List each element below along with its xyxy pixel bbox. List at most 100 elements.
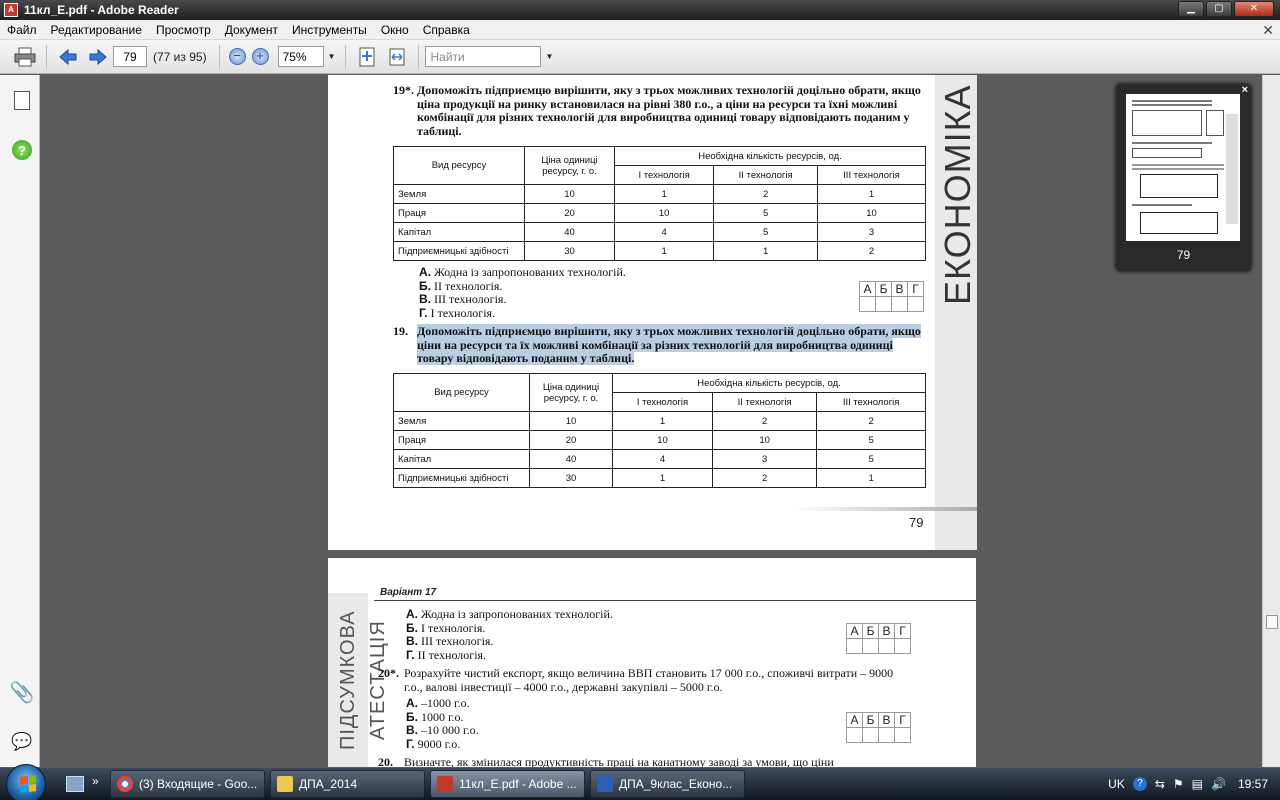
menu-help[interactable]: Справка: [416, 23, 477, 37]
answer-text: 9000 г.о.: [417, 736, 461, 751]
thumb-table: [1140, 212, 1218, 234]
table-row: Капітал 40 4 3 5: [393, 449, 926, 469]
minimize-button[interactable]: ▁: [1178, 1, 1204, 17]
scrollbar-thumb[interactable]: [1266, 615, 1278, 629]
network-tray-icon[interactable]: ▤: [1192, 777, 1203, 791]
find-input[interactable]: Найти: [425, 46, 542, 67]
table-cell: 5: [713, 203, 818, 223]
volume-tray-icon[interactable]: 🔊: [1211, 777, 1226, 791]
menu-document[interactable]: Документ: [218, 23, 285, 37]
grid-letter: В: [878, 623, 895, 639]
close-button[interactable]: ✕: [1234, 1, 1274, 17]
taskbar-item-adobe-reader[interactable]: 11кл_Е.pdf - Adobe ...: [430, 770, 585, 798]
menu-edit[interactable]: Редактирование: [44, 23, 149, 37]
vertical-scrollbar[interactable]: [1262, 75, 1280, 767]
fit-page-icon[interactable]: [354, 45, 380, 69]
fit-width-icon[interactable]: [384, 45, 410, 69]
menu-file[interactable]: Файл: [0, 23, 44, 37]
language-indicator[interactable]: UK: [1108, 777, 1125, 791]
thumb-table: [1140, 174, 1218, 198]
answer-letter: А.: [406, 607, 418, 621]
menu-tools[interactable]: Инструменты: [285, 23, 374, 37]
quick-launch-overflow-icon[interactable]: »: [92, 774, 99, 788]
page-number-input[interactable]: 79: [113, 46, 147, 67]
table-cell: 3: [816, 222, 927, 242]
show-desktop-icon[interactable]: [66, 776, 84, 792]
print-icon[interactable]: [12, 45, 38, 69]
header-needed: Необхідна кількість ресурсів, од.: [614, 146, 926, 166]
maximize-button[interactable]: ▢: [1206, 1, 1232, 17]
table-cell: 4: [612, 449, 713, 469]
selected-text[interactable]: Допоможіть підприємцю вирішити, яку з тр…: [417, 324, 921, 365]
word-document-icon: [597, 776, 613, 792]
help-tray-icon[interactable]: ?: [1132, 777, 1147, 791]
question-number: 20.: [378, 755, 393, 767]
question-19: 19. Допоможіть підприємцю вирішити, яку …: [393, 324, 925, 366]
clock[interactable]: 19:57: [1238, 777, 1268, 791]
table-cell: 2: [816, 411, 926, 431]
table-cell: 5: [816, 430, 926, 450]
page-thumbnail-popup[interactable]: × 79: [1116, 84, 1251, 271]
taskbar-item-word[interactable]: ДПА_9клас_Еконо...: [590, 770, 745, 798]
header-needed: Необхідна кількість ресурсів, од.: [612, 373, 926, 393]
menu-window[interactable]: Окно: [374, 23, 416, 37]
grid-cell: [891, 296, 908, 312]
table-cell: 40: [524, 222, 615, 242]
next-page-icon[interactable]: [85, 45, 111, 69]
thumb-text-line: [1132, 100, 1212, 102]
answer-options-2: А. Жодна із запропонованих технологій. Б…: [406, 607, 613, 663]
window-controls: ▁ ▢ ✕: [1178, 1, 1274, 17]
start-button[interactable]: [6, 764, 46, 800]
zoom-input[interactable]: 75%: [277, 46, 324, 67]
find-dropdown-icon[interactable]: ▼: [545, 52, 553, 61]
thumb-strip: [1226, 114, 1238, 224]
zoom-out-icon[interactable]: −: [228, 48, 246, 65]
table-cell: 4: [613, 222, 715, 242]
answer-option: В. –10 000 г.о.: [406, 723, 479, 738]
table-cell: 1: [612, 411, 713, 431]
taskbar-item-folder[interactable]: ДПА_2014: [270, 770, 425, 798]
taskbar-item-chrome[interactable]: (3) Входящие - Goo...: [110, 770, 265, 798]
grid-cell: [907, 296, 924, 312]
table-cell: 1: [613, 241, 715, 261]
comments-icon[interactable]: 💬: [11, 731, 33, 753]
question-text: Допоможіть підприємцю вирішити, яку з тр…: [417, 83, 921, 138]
table-cell: 10: [529, 411, 613, 431]
zoom-in-icon[interactable]: +: [251, 48, 269, 65]
table-cell: Земля: [393, 184, 525, 204]
table-cell: 1: [816, 468, 926, 488]
keyboard-tray-icon[interactable]: ⇆: [1155, 777, 1165, 791]
close-icon[interactable]: ×: [1242, 84, 1248, 96]
answer-option: Б. II технологія.: [419, 279, 626, 294]
windows-logo-icon: [20, 775, 36, 793]
header-tech-1: I технологія: [613, 165, 715, 185]
answer-option: Г. II технологія.: [406, 648, 613, 663]
table-cell: 10: [524, 184, 615, 204]
answer-option: Г. I технологія.: [419, 306, 626, 321]
grid-cell: [894, 638, 911, 654]
question-19-star: 19*. Допоможіть підприємцю вирішити, яку…: [393, 83, 925, 138]
answer-text: III технологія.: [421, 634, 494, 648]
grid-letter: Б: [862, 623, 879, 639]
thumb-text-line: [1132, 168, 1224, 170]
thumb-table: [1132, 110, 1202, 136]
answer-option: Г. 9000 г.о.: [406, 736, 479, 752]
close-document-icon[interactable]: ✕: [1262, 22, 1274, 39]
document-viewport[interactable]: ЕКОНОМІКА 19*. Допоможіть підприємцю вир…: [41, 75, 1262, 767]
answer-text: III технологія.: [434, 292, 507, 306]
flag-tray-icon[interactable]: ⚑: [1173, 777, 1184, 791]
menu-view[interactable]: Просмотр: [149, 23, 218, 37]
header-tech-2: II технологія: [713, 165, 818, 185]
taskbar-item-label: 11кл_Е.pdf - Adobe ...: [459, 777, 577, 791]
zoom-dropdown-icon[interactable]: ▼: [328, 52, 336, 61]
attachment-icon[interactable]: 📎: [10, 681, 35, 704]
header-resource: Вид ресурсу: [393, 373, 530, 412]
help-icon[interactable]: ?: [12, 140, 32, 160]
page-count: (77 из 95): [153, 49, 207, 64]
table-cell: 5: [816, 449, 926, 469]
taskbar: » (3) Входящие - Goo... ДПА_2014 11кл_Е.…: [0, 764, 1280, 800]
previous-page-icon[interactable]: [55, 45, 81, 69]
pages-icon[interactable]: [14, 91, 30, 110]
page-thumbnail-image[interactable]: [1126, 94, 1240, 241]
answer-option: Б. I технологія.: [406, 621, 613, 636]
